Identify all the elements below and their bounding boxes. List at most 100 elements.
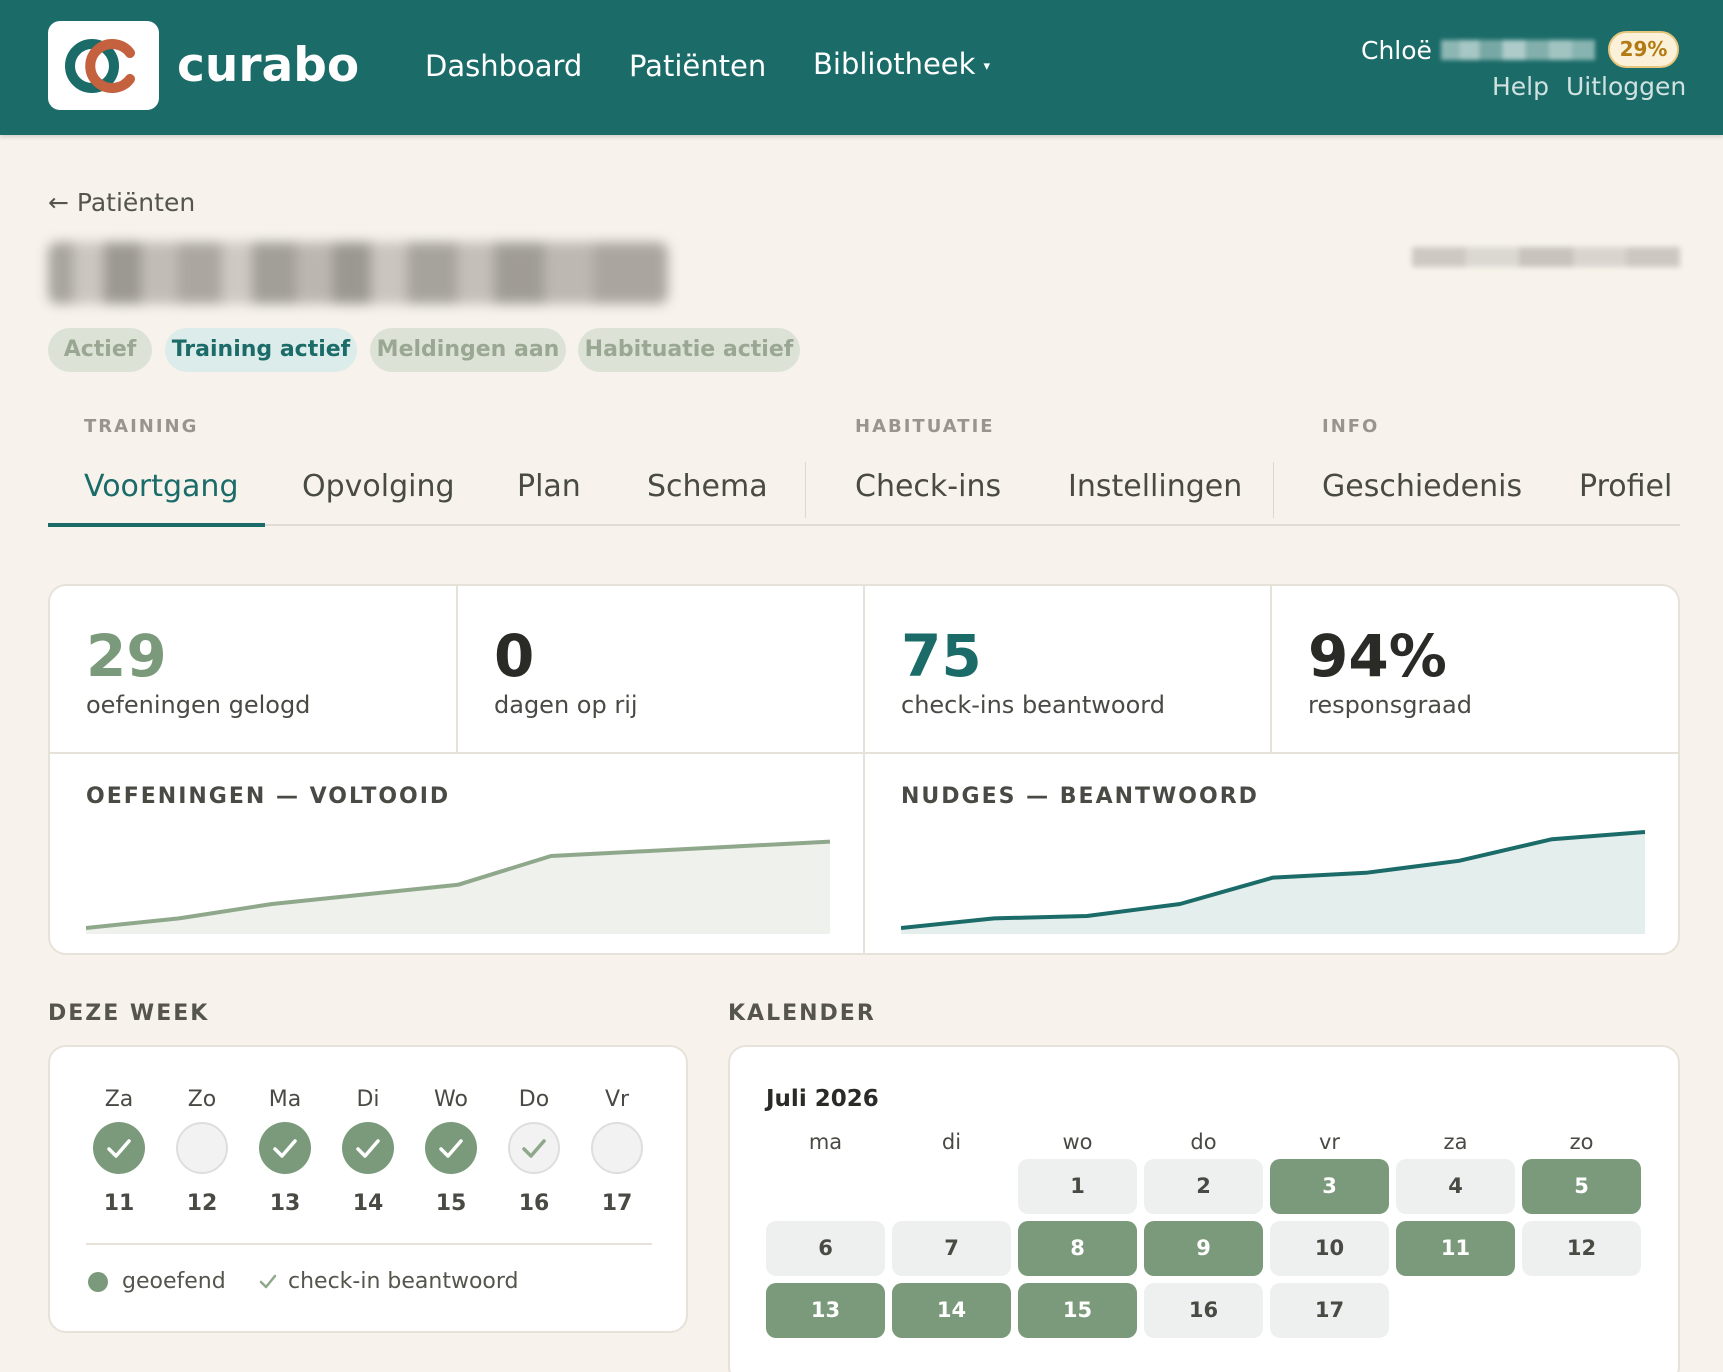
week-divider (86, 1243, 652, 1245)
calendar-day[interactable]: 7 (892, 1221, 1011, 1276)
calendar-day-practiced[interactable]: 15 (1018, 1283, 1137, 1338)
check-icon (273, 1139, 297, 1158)
calendar-weekday: do (1190, 1130, 1217, 1154)
tab-geschiedenis[interactable]: Geschiedenis (1322, 468, 1522, 506)
calendar-day[interactable]: 1 (1018, 1159, 1137, 1214)
week-day-label: Di (356, 1087, 380, 1112)
day-practiced-circle[interactable] (342, 1122, 394, 1174)
check-icon (107, 1139, 131, 1158)
top-bar: curabo Dashboard Patiënten Bibliotheek ▾ … (0, 0, 1723, 135)
calendar-day-practiced[interactable]: 3 (1270, 1159, 1389, 1214)
stat-label: check-ins beantwoord (901, 691, 1165, 719)
tab-profiel[interactable]: Profiel (1579, 468, 1672, 506)
week-day-label: Wo (434, 1087, 468, 1112)
day-practiced-circle[interactable] (93, 1122, 145, 1174)
day-empty-circle[interactable] (176, 1122, 228, 1174)
help-link[interactable]: Help (1492, 72, 1549, 102)
stat-response-rate: 94% responsgraad (1272, 586, 1678, 754)
status-chip-meldingen: Meldingen aan (370, 328, 566, 372)
stat-value: 75 (901, 622, 982, 690)
calendar-day[interactable]: 12 (1522, 1221, 1641, 1276)
week-day-label: Ma (268, 1087, 302, 1112)
week-day-label: Za (104, 1087, 134, 1112)
calendar-day-practiced[interactable]: 9 (1144, 1221, 1263, 1276)
calendar-day-practiced[interactable]: 5 (1522, 1159, 1641, 1214)
chart-exercises (86, 839, 830, 934)
week-day-label: Do (518, 1087, 550, 1112)
calendar-section-title: KALENDER (728, 1001, 876, 1026)
calendar-day-practiced[interactable]: 13 (766, 1283, 885, 1338)
stat-label: oefeningen gelogd (86, 691, 311, 719)
calendar-day[interactable]: 16 (1144, 1283, 1263, 1338)
check-icon (356, 1139, 380, 1158)
week-day-date: 16 (518, 1191, 550, 1216)
day-empty-circle[interactable] (591, 1122, 643, 1174)
calendar-month: Juli 2026 (766, 1086, 879, 1112)
tab-plan[interactable]: Plan (517, 468, 581, 506)
week-day-date: 14 (352, 1191, 384, 1216)
stats-panel: 29 oefeningen gelogd 0 dagen op rij 75 c… (48, 584, 1680, 955)
week-panel: Za 11 Zo 12 Ma 13 Di 14 Wo 15 Do 16 Vr 17 geoefend ch… (48, 1045, 688, 1333)
tab-baseline (48, 524, 1680, 526)
patient-meta-redacted (1412, 247, 1680, 267)
calendar-weekday: di (941, 1130, 962, 1154)
active-tab-indicator (48, 523, 265, 527)
legend-practiced-dot (88, 1272, 108, 1292)
week-day-date: 12 (186, 1191, 218, 1216)
status-chip-training: Training actief (165, 328, 357, 372)
stat-streak-days: 0 dagen op rij (458, 586, 865, 754)
patient-name-redacted (48, 242, 668, 304)
week-day-date: 11 (103, 1191, 135, 1216)
legend-checkin-label: check-in beantwoord (288, 1269, 519, 1294)
check-icon (439, 1139, 463, 1158)
tab-voortgang[interactable]: Voortgang (84, 468, 238, 506)
day-practiced-circle[interactable] (425, 1122, 477, 1174)
logout-link[interactable]: Uitloggen (1566, 72, 1686, 102)
stat-checkins-answered: 75 check-ins beantwoord (865, 586, 1272, 754)
tab-instellingen[interactable]: Instellingen (1068, 468, 1242, 506)
calendar-day[interactable]: 4 (1396, 1159, 1515, 1214)
stat-value: 29 (86, 622, 167, 690)
week-section-title: DEZE WEEK (48, 1001, 210, 1026)
calendar-day-practiced[interactable]: 14 (892, 1283, 1011, 1338)
tab-separator (1273, 462, 1274, 518)
nav-dashboard[interactable]: Dashboard (425, 48, 582, 84)
week-day-label: Vr (604, 1087, 630, 1112)
legend-practiced-label: geoefend (122, 1269, 226, 1294)
nav-patienten[interactable]: Patiënten (629, 48, 766, 84)
day-practiced-circle[interactable] (259, 1122, 311, 1174)
user-lastname-redacted (1441, 40, 1595, 60)
calendar-weekday: vr (1318, 1130, 1341, 1154)
chart-exercises-title: OEFENINGEN — VOLTOOID (86, 784, 451, 809)
day-checkin-circle[interactable] (508, 1122, 560, 1174)
tab-group-training: TRAINING (84, 416, 199, 437)
chart-nudges-title: NUDGES — BEANTWOORD (901, 784, 1259, 809)
calendar-day[interactable]: 10 (1270, 1221, 1389, 1276)
tab-separator (805, 462, 806, 518)
tab-group-info: INFO (1322, 416, 1380, 437)
stat-value: 0 (494, 622, 535, 690)
calendar-day[interactable]: 2 (1144, 1159, 1263, 1214)
logo[interactable] (48, 21, 159, 110)
tab-check-ins[interactable]: Check-ins (855, 468, 1001, 506)
week-day-label: Zo (187, 1087, 217, 1112)
stat-exercises-logged: 29 oefeningen gelogd (50, 586, 458, 754)
calendar-day-practiced[interactable]: 11 (1396, 1221, 1515, 1276)
logo-mark-icon (65, 39, 135, 93)
tab-opvolging[interactable]: Opvolging (302, 468, 455, 506)
brand-name: curabo (177, 38, 360, 93)
week-day-date: 13 (269, 1191, 301, 1216)
calendar-day[interactable]: 6 (766, 1221, 885, 1276)
stat-label: responsgraad (1308, 691, 1472, 719)
calendar-day-practiced[interactable]: 8 (1018, 1221, 1137, 1276)
nav-bibliotheek[interactable]: Bibliotheek ▾ (813, 46, 990, 85)
check-icon (522, 1139, 546, 1158)
status-chip-actief: Actief (48, 328, 152, 372)
back-to-patients-link[interactable]: ← Patiënten (48, 188, 195, 218)
user-name[interactable]: Chloë (1361, 36, 1432, 66)
chart-nudges (901, 830, 1645, 934)
tab-schema[interactable]: Schema (647, 468, 768, 506)
calendar-day[interactable]: 17 (1270, 1283, 1389, 1338)
stat-value: 94% (1308, 622, 1447, 690)
progress-badge: 29% (1608, 31, 1679, 68)
